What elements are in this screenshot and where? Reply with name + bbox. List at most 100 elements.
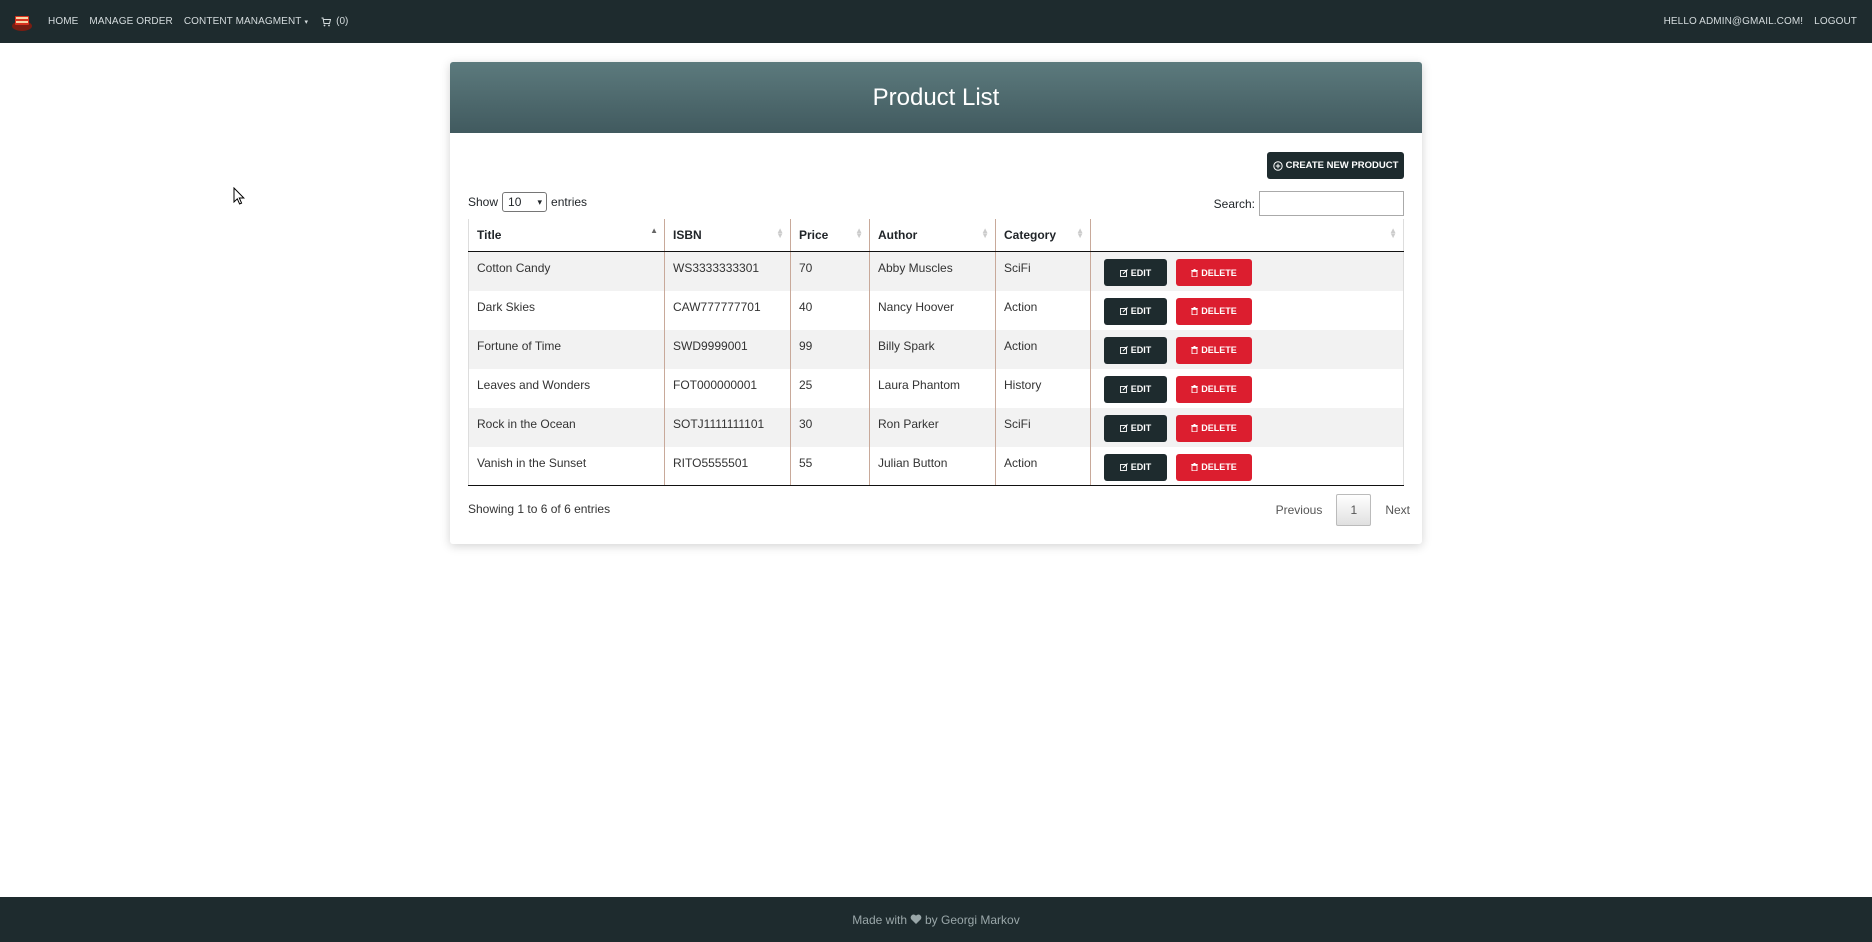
table-row: Leaves and Wonders FOT000000001 25 Laura Ph…	[468, 368, 1404, 408]
book-logo-icon[interactable]	[10, 10, 34, 34]
create-new-product-button[interactable]: CREATE NEW PRODUCT	[1267, 152, 1404, 179]
table-header-row: Title ▲ ISBN ▲ ▼ Price ▲ ▼ Author ▲ ▼ Categ…	[468, 219, 1404, 252]
edit-label: EDIT	[1130, 462, 1152, 472]
cart-icon	[321, 17, 332, 26]
nav-content-management[interactable]: CONTENT MANAGMENT ▾	[184, 16, 308, 27]
delete-button[interactable]: DELETE	[1176, 297, 1252, 325]
delete-button[interactable]: DELETE	[1176, 375, 1252, 403]
edit-button[interactable]: EDIT	[1104, 297, 1167, 325]
table-row: Rock in the Ocean SOTJ1111111101 30 Ron Par…	[468, 407, 1404, 447]
table-row: Cotton Candy WS3333333301 70 Abby Muscles Sc…	[468, 251, 1404, 291]
entries-select[interactable]: 10 ▾	[502, 192, 548, 212]
cell-category: SciFi	[995, 407, 1091, 447]
delete-button[interactable]: DELETE	[1176, 336, 1252, 364]
nav-home[interactable]: HOME	[48, 16, 78, 27]
cell-title: Vanish in the Sunset	[468, 446, 665, 486]
page-title: Product List	[872, 83, 1000, 111]
column-header-title[interactable]: Title ▲	[468, 219, 665, 252]
cell-author: Laura Phantom	[869, 368, 996, 408]
trash-icon	[1191, 463, 1198, 471]
cell-author: Billy Spark	[869, 329, 996, 369]
edit-button[interactable]: EDIT	[1104, 375, 1167, 403]
column-header-isbn[interactable]: ISBN ▲ ▼	[664, 219, 791, 252]
cell-title: Leaves and Wonders	[468, 368, 665, 408]
nav-content-management-label: CONTENT MANAGMENT	[183, 16, 302, 27]
edit-button[interactable]: EDIT	[1104, 259, 1167, 286]
pagination-previous[interactable]: Previous	[1276, 503, 1323, 517]
pagination-next[interactable]: Next	[1385, 503, 1410, 517]
cell-author: Ron Parker	[869, 407, 996, 447]
delete-button[interactable]: DELETE	[1176, 453, 1252, 481]
cell-isbn: FOT000000001	[664, 368, 791, 408]
column-header-category[interactable]: Category ▲ ▼	[995, 219, 1091, 252]
edit-button[interactable]: EDIT	[1104, 453, 1167, 481]
cell-title: Cotton Candy	[468, 251, 665, 291]
mouse-cursor-icon	[233, 187, 245, 205]
cell-actions: EDIT DELETE	[1090, 368, 1404, 408]
trash-icon	[1191, 385, 1198, 393]
cell-actions: EDIT DELETE	[1090, 290, 1404, 330]
edit-icon	[1119, 463, 1128, 471]
column-header-author[interactable]: Author ▲ ▼	[869, 219, 996, 252]
cell-price: 70	[790, 251, 870, 291]
heart-icon	[910, 914, 922, 924]
table-row: Dark Skies CAW777777701 40 Nancy Hoover Acti…	[468, 290, 1404, 330]
edit-icon	[1119, 346, 1128, 354]
column-price-label: Price	[799, 228, 829, 242]
cell-title: Rock in the Ocean	[468, 407, 665, 447]
pagination-page-1[interactable]: 1	[1336, 494, 1372, 526]
table-row: Fortune of Time SWD9999001 99 Billy Spark Ac…	[468, 329, 1404, 369]
nav-cart[interactable]: (0)	[321, 16, 348, 27]
column-isbn-label: ISBN	[673, 228, 702, 242]
delete-button[interactable]: DELETE	[1176, 414, 1252, 442]
edit-icon	[1119, 424, 1128, 432]
cell-isbn: CAW777777701	[664, 290, 791, 330]
plus-circle-icon	[1272, 160, 1283, 171]
entries-label: entries	[551, 195, 588, 209]
entries-select-value: 10	[508, 195, 522, 209]
sort-icon: ▲ ▼	[1076, 226, 1084, 240]
cell-author: Julian Button	[869, 446, 996, 486]
edit-label: EDIT	[1130, 423, 1152, 433]
nav-manage-order[interactable]: MANAGE ORDER	[89, 16, 172, 27]
search-input[interactable]	[1259, 191, 1404, 216]
entries-length-control: Show 10 ▾ entries	[468, 192, 587, 212]
nav-greeting[interactable]: HELLO ADMIN@GMAIL.COM!	[1664, 16, 1804, 27]
trash-icon	[1191, 346, 1198, 354]
page-footer: Made with by Georgi Markov	[0, 897, 1872, 942]
cell-category: Action	[995, 290, 1091, 330]
table-row: Vanish in the Sunset RITO5555501 55 Julian …	[468, 446, 1404, 486]
column-header-price[interactable]: Price ▲ ▼	[790, 219, 870, 252]
footer-author: by Georgi Markov	[925, 912, 1020, 927]
cell-title: Dark Skies	[468, 290, 665, 330]
cell-price: 99	[790, 329, 870, 369]
cell-isbn: SOTJ1111111101	[664, 407, 791, 447]
column-header-actions[interactable]: ▲ ▼	[1090, 219, 1404, 252]
show-label: Show	[468, 195, 499, 209]
trash-icon	[1191, 307, 1198, 315]
edit-label: EDIT	[1130, 267, 1152, 278]
cell-actions: EDIT DELETE	[1090, 329, 1404, 369]
edit-button[interactable]: EDIT	[1104, 414, 1167, 442]
cell-category: SciFi	[995, 251, 1091, 291]
delete-label: DELETE	[1201, 345, 1237, 355]
delete-button[interactable]: DELETE	[1176, 259, 1252, 286]
delete-label: DELETE	[1201, 306, 1237, 316]
select-chevron-icon: ▾	[537, 196, 543, 207]
sort-icon: ▲ ▼	[776, 226, 784, 240]
nav-logout[interactable]: LOGOUT	[1814, 16, 1857, 27]
cell-isbn: WS3333333301	[664, 251, 791, 291]
cell-price: 25	[790, 368, 870, 408]
edit-button[interactable]: EDIT	[1104, 336, 1167, 364]
cell-price: 30	[790, 407, 870, 447]
column-category-label: Category	[1004, 228, 1057, 242]
delete-label: DELETE	[1201, 423, 1237, 433]
edit-label: EDIT	[1130, 384, 1152, 394]
cart-count: (0)	[336, 16, 349, 27]
cell-actions: EDIT DELETE	[1090, 251, 1404, 291]
cell-actions: EDIT DELETE	[1090, 446, 1404, 486]
product-table: Title ▲ ISBN ▲ ▼ Price ▲ ▼ Author ▲ ▼ Categ…	[468, 219, 1404, 486]
search-label: Search:	[1213, 196, 1255, 211]
pagination: Previous 1 Next	[1276, 494, 1410, 526]
cell-author: Abby Muscles	[869, 251, 996, 291]
